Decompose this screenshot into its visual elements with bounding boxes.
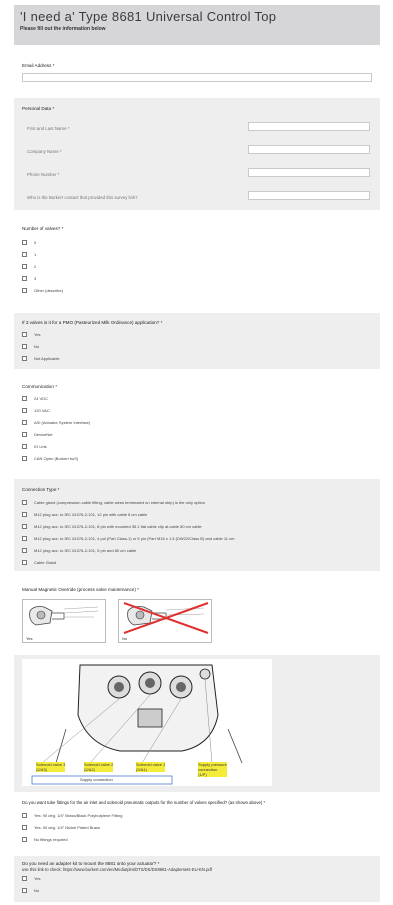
checkbox[interactable] [22, 396, 27, 401]
communication-option[interactable]: ASI (Actuator System Interface) [22, 419, 90, 426]
override-section: Manual Magnetic Override (process valve … [14, 581, 380, 649]
checkbox[interactable] [22, 344, 27, 349]
fittings-option[interactable]: Yes: 90 deg. 1/4" Nickle Plated Brass [22, 824, 100, 831]
connection-section: Connection Type * Cable gland (compressi… [14, 479, 380, 571]
checkbox[interactable] [22, 408, 27, 413]
pmo-option[interactable]: Not Applicable [22, 355, 60, 362]
valve-override-image [29, 606, 99, 626]
fittings-option[interactable]: No fittings required [22, 836, 68, 843]
connection-option[interactable]: M12 plug acc. to IEC 61076-2-101, 5 pin … [22, 547, 136, 554]
valves-option[interactable]: 3 [22, 275, 36, 282]
checkbox[interactable] [22, 560, 27, 565]
checkbox[interactable] [22, 813, 27, 818]
fittings-section: Do you want tube fittings for the air in… [14, 796, 380, 848]
email-field[interactable] [22, 73, 372, 82]
form-header: 'I need a' Type 8681 Universal Control T… [14, 5, 380, 45]
adapter-section: Do you need an adapter kit to mount the … [14, 856, 380, 902]
pmo-section: If 3 valves is it for a PMO (Pasteurized… [14, 313, 380, 369]
email-section: Email Address * [14, 55, 380, 93]
checkbox[interactable] [22, 252, 27, 257]
diagram-label-valve2: Solenoid valve 2 (2/A2) [84, 762, 114, 772]
diagram-supply-connection: Supply connection [80, 777, 113, 782]
email-label: Email Address * [22, 63, 55, 68]
communication-option[interactable]: 24 VDC [22, 395, 48, 402]
personal-label: Personal Data * [22, 106, 55, 111]
checkbox[interactable] [22, 332, 27, 337]
checkbox[interactable] [22, 420, 27, 425]
checkbox[interactable] [22, 825, 27, 830]
adapter-help-link[interactable]: use this link to check: https://www.burk… [22, 867, 212, 872]
connection-option[interactable]: M12 plug acc. to IEC 61076-2-101, 8 pin … [22, 523, 202, 530]
diagram-label-supply-pressure: Supply pressure connection (1/P) [198, 762, 227, 777]
override-label: Manual Magnetic Override (process valve … [22, 587, 139, 592]
fittings-option[interactable]: Yes: 90 deg. 1/4" Brass/Black Polybutyle… [22, 812, 122, 819]
pmo-label: If 3 valves is it for a PMO (Pasteurized… [22, 320, 163, 325]
valves-option[interactable]: Other (describe) [22, 287, 63, 294]
override-no-card[interactable]: No [118, 599, 212, 643]
form-subtitle: Please fill out the information below [20, 26, 106, 32]
valves-option[interactable]: 1 [22, 251, 36, 258]
contact-field[interactable] [248, 191, 370, 200]
valves-option[interactable]: 2 [22, 263, 36, 270]
name-field[interactable] [248, 122, 370, 131]
connection-option[interactable]: Cable Gland [22, 559, 56, 566]
company-label: Company Name * [27, 149, 62, 154]
phone-field[interactable] [248, 168, 370, 177]
checkbox[interactable] [22, 548, 27, 553]
checkbox[interactable] [22, 356, 27, 361]
personal-section: Personal Data * First and Last Name * Co… [14, 98, 380, 210]
company-field[interactable] [248, 145, 370, 154]
checkbox[interactable] [22, 432, 27, 437]
communication-label: Communication * [22, 384, 57, 389]
checkbox[interactable] [22, 500, 27, 505]
checkbox[interactable] [22, 536, 27, 541]
checkbox[interactable] [22, 876, 27, 881]
communication-section: Communication * 24 VDC 120 VAC ASI (Actu… [14, 376, 380, 468]
name-label: First and Last Name * [27, 126, 70, 131]
connection-option[interactable]: M12 plug acc. to IEC 61076-2-101, 4 pol … [22, 535, 234, 542]
diagram-label-valve3: Solenoid valve 3 (2/A3) [36, 762, 66, 772]
connection-label: Connection Type * [22, 487, 60, 492]
diagram-section: Solenoid valve 3 (2/A3) Solenoid valve 2… [14, 655, 380, 792]
pmo-option[interactable]: No [22, 343, 39, 350]
override-no-label: No [122, 636, 128, 641]
valve-no-override-image [123, 602, 209, 634]
adapter-label: Do you need an adapter kit to mount the … [22, 861, 160, 866]
checkbox[interactable] [22, 288, 27, 293]
diagram-label-valve1: Solenoid valve 1 (2/A1) [136, 762, 166, 772]
pmo-option[interactable]: Yes [22, 331, 41, 338]
checkbox[interactable] [22, 888, 27, 893]
control-top-diagram: Solenoid valve 3 (2/A3) Solenoid valve 2… [22, 659, 272, 786]
checkbox[interactable] [22, 512, 27, 517]
checkbox[interactable] [22, 276, 27, 281]
checkbox[interactable] [22, 456, 27, 461]
communication-option[interactable]: DeviceNet [22, 431, 52, 438]
communication-option[interactable]: CAN Open (Burkert buS) [22, 455, 78, 462]
communication-option[interactable]: IO Link [22, 443, 47, 450]
fittings-label: Do you want tube fittings for the air in… [22, 800, 266, 805]
override-yes-label: Yes [26, 636, 33, 641]
phone-label: Phone Number * [27, 172, 60, 177]
checkbox[interactable] [22, 837, 27, 842]
connection-option[interactable]: Cable gland (compression cable fitting; … [22, 499, 205, 506]
adapter-option[interactable]: Yes [22, 875, 41, 882]
contact-label: Who is the Burkert contact that provided… [27, 195, 138, 200]
connection-option[interactable]: M12 plug acc. to IEC 61076-2-101, 12 pin… [22, 511, 147, 518]
adapter-option[interactable]: No [22, 887, 39, 894]
checkbox[interactable] [22, 240, 27, 245]
form-title: 'I need a' Type 8681 Universal Control T… [20, 9, 277, 24]
override-yes-card[interactable]: Yes [22, 599, 106, 643]
valves-label: Number of valves? * [22, 226, 64, 231]
communication-option[interactable]: 120 VAC [22, 407, 50, 414]
checkbox[interactable] [22, 524, 27, 529]
checkbox[interactable] [22, 264, 27, 269]
valves-option[interactable]: 0 [22, 239, 36, 246]
checkbox[interactable] [22, 444, 27, 449]
